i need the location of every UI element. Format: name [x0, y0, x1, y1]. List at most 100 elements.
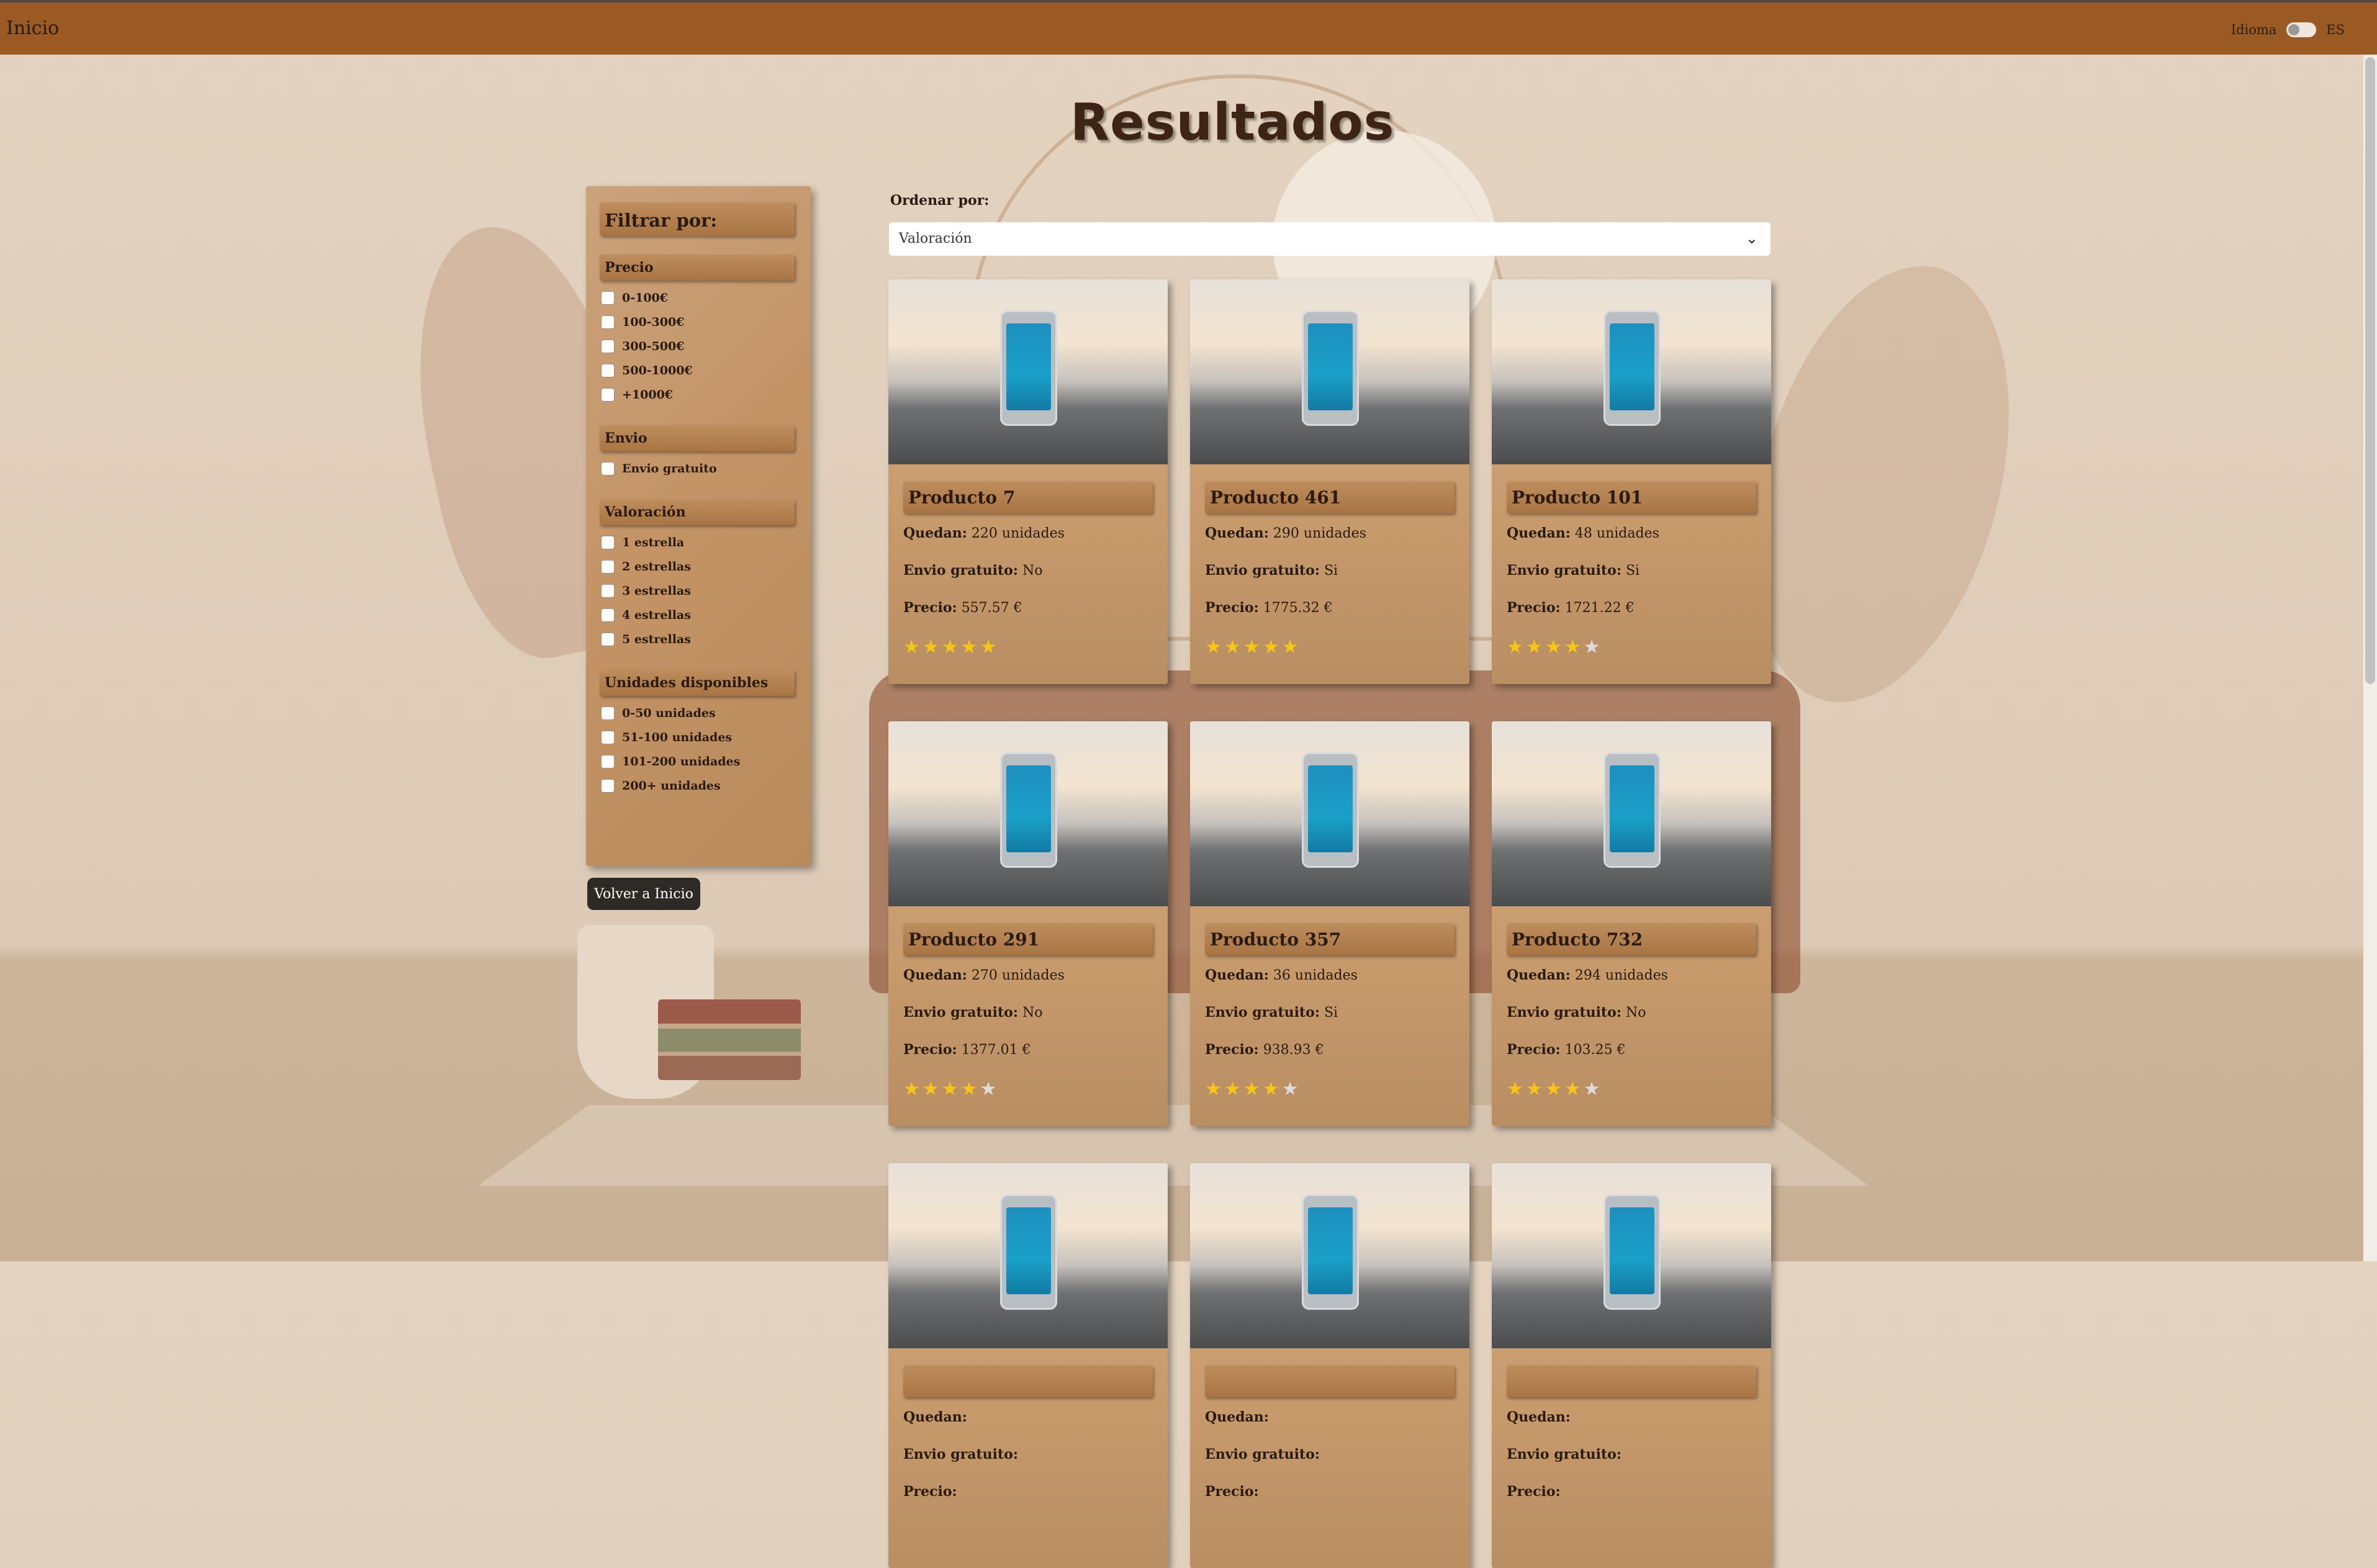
star-icon: ★	[1525, 636, 1545, 658]
filter-option-label: 0-100€	[622, 291, 668, 305]
filter-option[interactable]: 500-1000€	[600, 358, 797, 382]
shipping-label: Envio gratuito:	[903, 1446, 1018, 1462]
price-label: Precio:	[1205, 600, 1259, 616]
star-icon: ★	[903, 1078, 922, 1100]
product-card[interactable]: Producto 7 Quedan: 220 unidades Envio grat…	[888, 279, 1168, 684]
shipping-label: Envio gratuito:	[1507, 1446, 1622, 1462]
filter-checkbox[interactable]	[601, 754, 615, 768]
product-price: Precio: 557.57 €	[903, 600, 1022, 616]
product-shipping: Envio gratuito: No	[903, 1004, 1042, 1021]
product-card[interactable]: Producto 291 Quedan: 270 unidades Envio gr…	[888, 721, 1168, 1126]
language-toggle[interactable]	[2286, 22, 2317, 37]
product-card[interactable]: Producto 732 Quedan: 294 unidades Envio gr…	[1492, 721, 1771, 1126]
shipping-label: Envio gratuito:	[1507, 562, 1622, 579]
filter-checkbox[interactable]	[601, 363, 615, 377]
back-home-button[interactable]: Volver a Inicio	[587, 878, 700, 910]
filter-checkbox[interactable]	[601, 730, 615, 744]
price-label: Precio:	[903, 1042, 957, 1058]
filter-option[interactable]: 51-100 unidades	[600, 725, 797, 749]
product-image	[1492, 721, 1771, 906]
stock-value: 270 unidades	[971, 968, 1065, 983]
price-value: 1775.32 €	[1263, 600, 1333, 616]
scrollbar-thumb[interactable]	[2365, 57, 2375, 684]
price-value: 1377.01 €	[961, 1042, 1031, 1058]
star-icon: ★	[1545, 636, 1564, 658]
price-label: Precio:	[903, 1484, 957, 1500]
star-icon: ★	[1262, 1078, 1282, 1100]
product-card[interactable]: Quedan: Envio gratuito: Precio:	[888, 1163, 1168, 1568]
filter-checkbox[interactable]	[601, 583, 615, 598]
product-image	[1190, 1163, 1469, 1348]
filter-checkbox[interactable]	[601, 706, 615, 720]
language-value: ES	[2326, 22, 2345, 37]
filter-option[interactable]: 101-200 unidades	[600, 749, 797, 773]
filter-option[interactable]: 1 estrella	[600, 530, 797, 554]
sort-select[interactable]: Valoración ⌄	[889, 222, 1770, 256]
background-books	[658, 999, 801, 1080]
sort-selected-value: Valoración	[899, 231, 972, 246]
filter-checkbox[interactable]	[601, 632, 615, 646]
filter-panel-title: Filtrar por:	[600, 202, 795, 236]
price-label: Precio:	[1507, 1484, 1561, 1500]
filter-option-label: 4 estrellas	[622, 608, 691, 622]
product-price: Precio: 103.25 €	[1507, 1042, 1626, 1058]
rating-stars: ★★★★★	[1507, 636, 1603, 658]
filter-checkbox[interactable]	[601, 291, 615, 305]
filter-option-label: 3 estrellas	[622, 583, 691, 598]
product-card[interactable]: Quedan: Envio gratuito: Precio:	[1190, 1163, 1469, 1568]
filter-option-label: 101-200 unidades	[622, 754, 741, 768]
rating-stars: ★★★★★	[903, 1078, 999, 1100]
product-stock: Quedan:	[903, 1409, 967, 1425]
filter-option[interactable]: 200+ unidades	[600, 773, 797, 798]
filter-option[interactable]: Envio gratuito	[600, 456, 797, 480]
filter-checkbox[interactable]	[601, 387, 615, 402]
filter-option[interactable]: 100-300€	[600, 310, 797, 334]
price-label: Precio:	[1507, 600, 1561, 616]
filter-checkbox[interactable]	[601, 461, 615, 475]
filter-option[interactable]: +1000€	[600, 382, 797, 407]
filter-option[interactable]: 0-100€	[600, 286, 797, 310]
filter-checkbox[interactable]	[601, 778, 615, 793]
filter-checkbox[interactable]	[601, 339, 615, 353]
product-card[interactable]: Producto 357 Quedan: 36 unidades Envio gra…	[1190, 721, 1469, 1126]
star-icon: ★	[1243, 1078, 1263, 1100]
star-icon: ★	[1583, 1078, 1603, 1100]
stock-label: Quedan:	[903, 525, 967, 541]
filter-option[interactable]: 300-500€	[600, 334, 797, 358]
filter-checkbox[interactable]	[601, 559, 615, 574]
star-icon: ★	[980, 1078, 999, 1100]
product-shipping: Envio gratuito:	[1205, 1446, 1320, 1462]
filter-checkbox[interactable]	[601, 535, 615, 549]
star-icon: ★	[903, 636, 922, 658]
product-card[interactable]: Producto 101 Quedan: 48 unidades Envio gra…	[1492, 279, 1771, 684]
product-name	[1507, 1365, 1756, 1397]
filter-option[interactable]: 3 estrellas	[600, 579, 797, 603]
home-link[interactable]: Inicio	[6, 17, 59, 39]
filter-checkbox[interactable]	[601, 608, 615, 622]
filter-option[interactable]: 5 estrellas	[600, 627, 797, 651]
filter-option[interactable]: 2 estrellas	[600, 554, 797, 579]
filter-option[interactable]: 0-50 unidades	[600, 701, 797, 725]
product-name	[1205, 1365, 1455, 1397]
rating-stars: ★★★★★	[1205, 1078, 1301, 1100]
star-icon: ★	[1564, 636, 1584, 658]
shipping-value: Si	[1625, 563, 1640, 579]
page-title: Resultados	[1070, 93, 1395, 152]
product-shipping: Envio gratuito: No	[903, 562, 1042, 579]
stock-value: 220 unidades	[971, 526, 1065, 541]
star-icon: ★	[1564, 1078, 1584, 1100]
product-stock: Quedan: 294 unidades	[1507, 967, 1668, 983]
filter-option[interactable]: 4 estrellas	[600, 603, 797, 627]
filter-checkbox[interactable]	[601, 315, 615, 329]
product-price: Precio: 1721.22 €	[1507, 600, 1635, 616]
product-name: Producto 461	[1205, 481, 1455, 513]
product-stock: Quedan:	[1205, 1409, 1269, 1425]
filter-section: Unidades disponibles 0-50 unidades 51-100 …	[600, 670, 797, 798]
phone-image	[1302, 752, 1359, 868]
star-icon: ★	[1262, 636, 1282, 658]
product-card[interactable]: Producto 461 Quedan: 290 unidades Envio gr…	[1190, 279, 1469, 684]
shipping-label: Envio gratuito:	[1205, 1004, 1320, 1021]
filter-option-label: +1000€	[622, 387, 674, 402]
star-icon: ★	[1507, 1078, 1526, 1100]
product-card[interactable]: Quedan: Envio gratuito: Precio:	[1492, 1163, 1771, 1568]
